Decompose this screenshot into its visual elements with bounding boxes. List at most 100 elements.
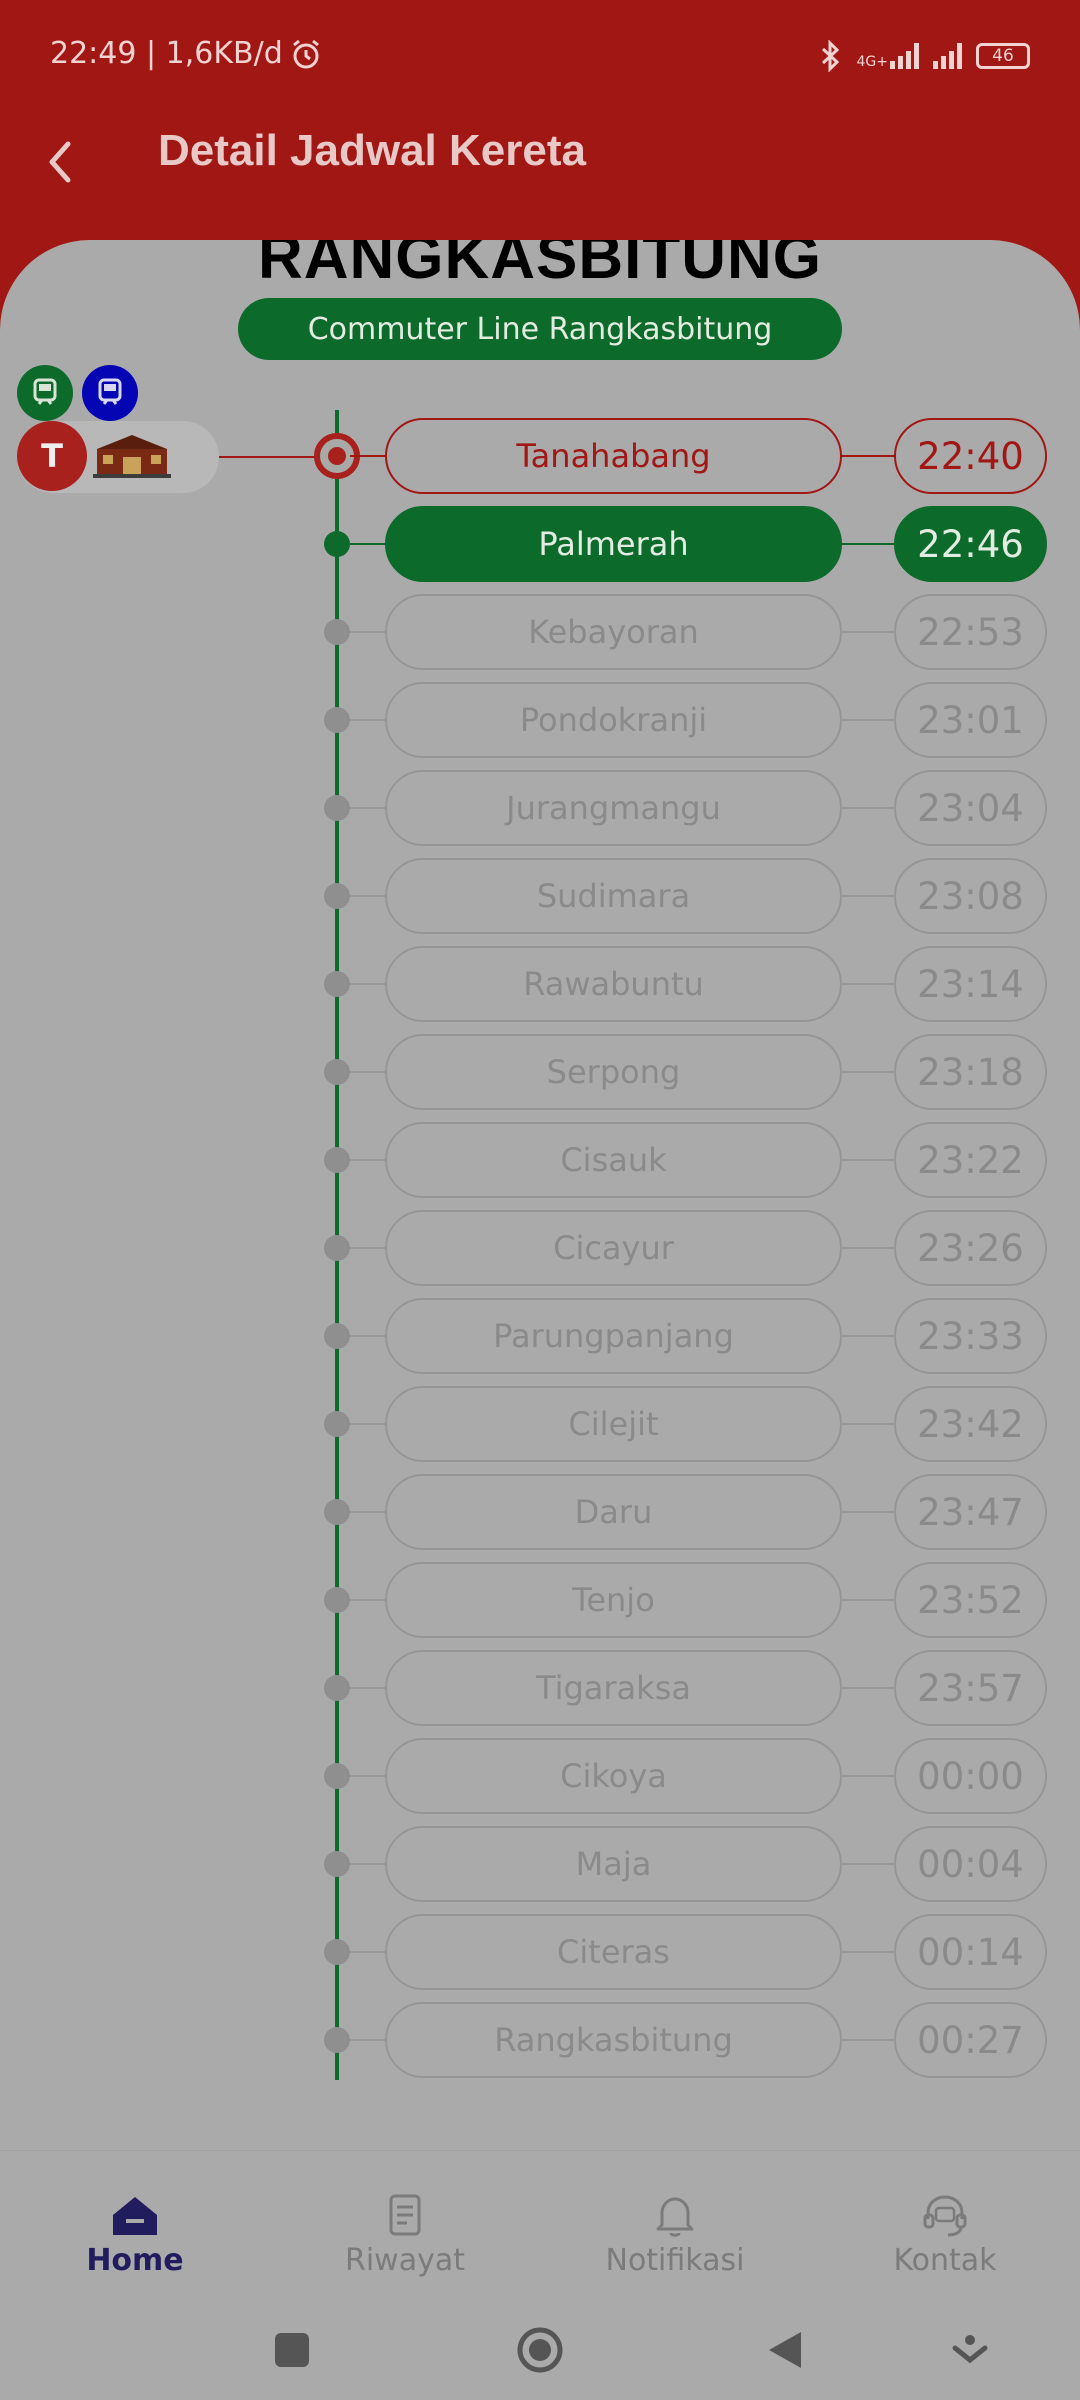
stop-name: Cilejit [385, 1386, 842, 1462]
time-connector [842, 983, 894, 985]
stop-row[interactable]: Cikoya 00:00 [0, 1738, 1080, 1814]
time-connector [842, 1159, 894, 1161]
signal-bars-2-icon [933, 43, 962, 69]
history-icon [389, 2194, 421, 2236]
stop-connector [350, 2039, 386, 2041]
stop-connector [350, 1335, 386, 1337]
stop-connector [350, 1951, 386, 1953]
stop-dot-icon [324, 1147, 350, 1173]
triangle-back-icon [769, 2332, 801, 2368]
stop-row[interactable]: Tigaraksa 23:57 [0, 1650, 1080, 1726]
time-connector [842, 1687, 894, 1689]
nav-kontak-label: Kontak [893, 2243, 997, 2278]
stop-row[interactable]: Sudimara 23:08 [0, 858, 1080, 934]
train-blue-icon [82, 365, 138, 421]
train-green-icon [17, 365, 73, 421]
stop-row[interactable]: Cilejit 23:42 [0, 1386, 1080, 1462]
stop-connector [350, 1071, 386, 1073]
stop-connector [350, 1863, 386, 1865]
stop-row[interactable]: Maja 00:04 [0, 1826, 1080, 1902]
time-connector [842, 719, 894, 721]
stop-name: Citeras [385, 1914, 842, 1990]
stop-time: 22:46 [894, 506, 1047, 582]
stop-name: Daru [385, 1474, 842, 1550]
stop-dot-icon [324, 1851, 350, 1877]
stop-time: 22:53 [894, 594, 1047, 670]
stop-dot-icon [324, 883, 350, 909]
nav-riwayat-label: Riwayat [345, 2243, 465, 2278]
stop-dot-icon [324, 1235, 350, 1261]
stop-row[interactable]: Serpong 23:18 [0, 1034, 1080, 1110]
stop-time: 23:57 [894, 1650, 1047, 1726]
stop-time: 23:42 [894, 1386, 1047, 1462]
stop-time: 00:14 [894, 1914, 1047, 1990]
time-connector [842, 543, 894, 545]
assist-system-button[interactable] [940, 2322, 1000, 2378]
stop-row[interactable]: Parungpanjang 23:33 [0, 1298, 1080, 1374]
time-connector [842, 895, 894, 897]
back-button[interactable] [26, 126, 96, 196]
stop-row[interactable]: Palmerah 22:46 [0, 506, 1080, 582]
stop-row[interactable]: Cisauk 23:22 [0, 1122, 1080, 1198]
stop-time: 00:04 [894, 1826, 1047, 1902]
stop-connector [350, 1159, 386, 1161]
stop-dot-icon [324, 707, 350, 733]
stop-name: Tanahabang [385, 418, 842, 494]
back-system-button[interactable] [755, 2322, 815, 2378]
stop-row[interactable]: Rawabuntu 23:14 [0, 946, 1080, 1022]
stop-dot-icon [324, 795, 350, 821]
stop-row[interactable]: Rangkasbitung 00:27 [0, 2002, 1080, 2078]
stop-row[interactable]: Pondokranji 23:01 [0, 682, 1080, 758]
stop-name: Palmerah [385, 506, 842, 582]
home-system-button[interactable] [510, 2322, 570, 2378]
stop-connector [350, 631, 386, 633]
stop-connector [350, 1599, 386, 1601]
nav-notifikasi[interactable]: Notifikasi [575, 2193, 775, 2293]
time-connector [842, 1423, 894, 1425]
stop-dot-icon [324, 1763, 350, 1789]
chevron-down-icon [952, 2335, 988, 2364]
stop-row[interactable]: Cicayur 23:26 [0, 1210, 1080, 1286]
schedule-card: RANGKASBITUNG Commuter Line Rangkasbitun… [0, 240, 1080, 2150]
stop-time: 23:52 [894, 1562, 1047, 1638]
signal-bars-icon [890, 43, 919, 69]
stop-row[interactable]: Citeras 00:14 [0, 1914, 1080, 1990]
recent-apps-button[interactable] [262, 2322, 322, 2378]
bell-icon [656, 2197, 694, 2237]
status-time: 22:49 | 1,6KB/d [50, 36, 283, 71]
app-header: Detail Jadwal Kereta [0, 110, 1080, 240]
stop-time: 00:27 [894, 2002, 1047, 2078]
stop-connector [350, 1423, 386, 1425]
stop-connector [350, 455, 386, 457]
stop-row[interactable]: Kebayoran 22:53 [0, 594, 1080, 670]
stop-name: Tenjo [385, 1562, 842, 1638]
stop-dot-icon [324, 1675, 350, 1701]
stop-time: 23:18 [894, 1034, 1047, 1110]
stop-connector [350, 1687, 386, 1689]
nav-riwayat[interactable]: Riwayat [305, 2193, 505, 2293]
stop-name: Maja [385, 1826, 842, 1902]
stop-connector [350, 719, 386, 721]
stop-connector [350, 895, 386, 897]
time-connector [842, 631, 894, 633]
nav-kontak[interactable]: Kontak [845, 2193, 1045, 2293]
home-icon [113, 2197, 157, 2235]
circle-home-icon [517, 2327, 563, 2373]
bottom-navigation: Home Riwayat Notifikasi Kontak [0, 2150, 1080, 2300]
alarm-icon [292, 39, 319, 68]
stop-row[interactable]: Tanahabang 22:40 [0, 418, 1080, 494]
time-connector [842, 1951, 894, 1953]
stop-time: 23:08 [894, 858, 1047, 934]
time-connector [842, 1071, 894, 1073]
nav-notifikasi-label: Notifikasi [605, 2243, 745, 2278]
stop-row[interactable]: Daru 23:47 [0, 1474, 1080, 1550]
nav-home[interactable]: Home [35, 2193, 235, 2293]
time-connector [842, 1599, 894, 1601]
stop-name: Serpong [385, 1034, 842, 1110]
stop-name: Kebayoran [385, 594, 842, 670]
time-connector [842, 2039, 894, 2041]
stop-row[interactable]: Tenjo 23:52 [0, 1562, 1080, 1638]
time-connector [842, 1247, 894, 1249]
stop-row[interactable]: Jurangmangu 23:04 [0, 770, 1080, 846]
stop-dot-icon [324, 1323, 350, 1349]
